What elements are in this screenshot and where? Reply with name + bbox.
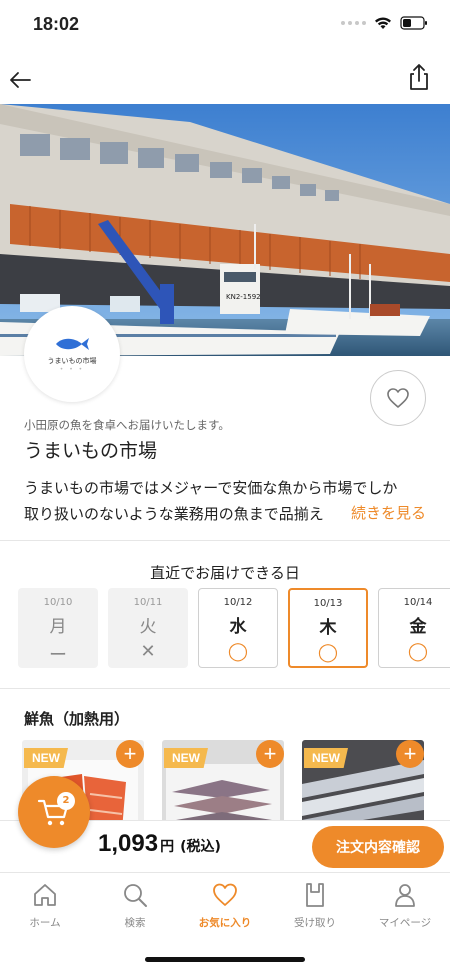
tab-receive[interactable]: 受け取り [270, 881, 360, 930]
date-label: 10/13 [313, 598, 343, 609]
battery-icon [400, 16, 427, 30]
section-title: 鮮魚（加熱用） [24, 710, 130, 728]
home-indicator [145, 957, 305, 962]
unavailable-cross-icon: ✕ [140, 641, 156, 662]
total-unit: 円 [160, 839, 175, 855]
divider [0, 540, 450, 541]
cart-button[interactable]: 2 [18, 776, 90, 848]
heart-icon [387, 388, 409, 408]
status-time: 18:02 [33, 14, 80, 34]
nav-bar [0, 56, 450, 104]
available-circle-icon: ◯ [227, 641, 249, 662]
shop-logo: うまいもの市場 • • • [24, 306, 120, 402]
signal-dots-icon [341, 21, 366, 25]
search-icon [124, 884, 147, 907]
availability-dash-icon: ー [49, 645, 67, 666]
boat-number: KN2-1592 [226, 293, 261, 301]
confirm-order-button[interactable]: 注文内容確認 [312, 826, 444, 868]
status-icons [341, 16, 428, 30]
tab-label: 検索 [124, 917, 146, 929]
tab-label: 受け取り [294, 917, 336, 929]
available-circle-icon: ◯ [407, 641, 429, 662]
tax-label: (税込) [180, 839, 221, 855]
logo-decoration: • • • [59, 365, 85, 373]
tab-mypage[interactable]: マイページ [360, 881, 450, 930]
share-icon[interactable] [406, 62, 432, 92]
date-label: 10/12 [223, 597, 253, 608]
description-line: うまいもの市場ではメジャーで安価な魚から市場でしか [24, 479, 398, 497]
receive-icon [306, 883, 324, 907]
divider [0, 688, 450, 689]
weekday-label: 木 [319, 618, 337, 638]
wifi-icon [375, 17, 391, 29]
add-to-cart-button[interactable]: + [256, 740, 284, 768]
favorite-button[interactable] [370, 370, 426, 426]
date-label: 10/14 [403, 597, 433, 608]
add-to-cart-button[interactable]: + [396, 740, 424, 768]
date-label: 10/11 [133, 597, 163, 608]
date-label: 10/10 [43, 597, 73, 608]
date-card-10-12[interactable]: 10/12 水 ◯ [198, 588, 278, 668]
shop-tagline: 小田原の魚を食卓へお届けいたします。 [24, 418, 230, 432]
new-badge: NEW [24, 748, 68, 768]
shop-name: うまいもの市場 [24, 440, 158, 462]
date-card-10-11: 10/11 火 ✕ [108, 588, 188, 668]
cart-total: 1,093 円 (税込) [98, 830, 221, 858]
heart-icon [213, 883, 237, 906]
back-arrow-icon[interactable] [6, 66, 34, 94]
new-badge: NEW [164, 748, 208, 768]
date-card-10-14[interactable]: 10/14 金 ◯ [378, 588, 450, 668]
home-icon [34, 884, 56, 906]
delivery-dates-title: 直近でお届けできる日 [150, 564, 300, 582]
delivery-date-list: 10/10 月 ー 10/11 火 ✕ 10/12 水 ◯ 10/13 木 ◯ … [18, 588, 450, 668]
cart-count-badge: 2 [57, 792, 75, 810]
date-card-10-13[interactable]: 10/13 木 ◯ [288, 588, 368, 668]
tab-label: ホーム [29, 917, 61, 929]
product-card[interactable]: NEW + [162, 740, 284, 830]
fish-logo-icon [56, 337, 89, 350]
tab-home[interactable]: ホーム [0, 881, 90, 930]
tab-search[interactable]: 検索 [90, 881, 180, 930]
add-to-cart-button[interactable]: + [116, 740, 144, 768]
weekday-label: 金 [409, 617, 427, 637]
weekday-label: 水 [229, 617, 247, 637]
date-card-10-10: 10/10 月 ー [18, 588, 98, 668]
tab-label: マイページ [378, 917, 432, 929]
available-circle-icon: ◯ [317, 642, 339, 663]
product-card[interactable]: NEW + [302, 740, 424, 830]
person-icon [395, 884, 415, 907]
tab-label: お気に入り [198, 917, 252, 929]
total-amount: 1,093 [98, 830, 159, 857]
weekday-label: 月 [49, 617, 67, 637]
weekday-label: 火 [139, 617, 157, 637]
shop-logo-text: うまいもの市場 [47, 356, 97, 365]
tab-favorites[interactable]: お気に入り [180, 881, 270, 930]
status-bar: 18:02 [0, 0, 450, 48]
new-badge: NEW [304, 748, 348, 768]
read-more-link[interactable]: 続きを見る [334, 500, 426, 526]
